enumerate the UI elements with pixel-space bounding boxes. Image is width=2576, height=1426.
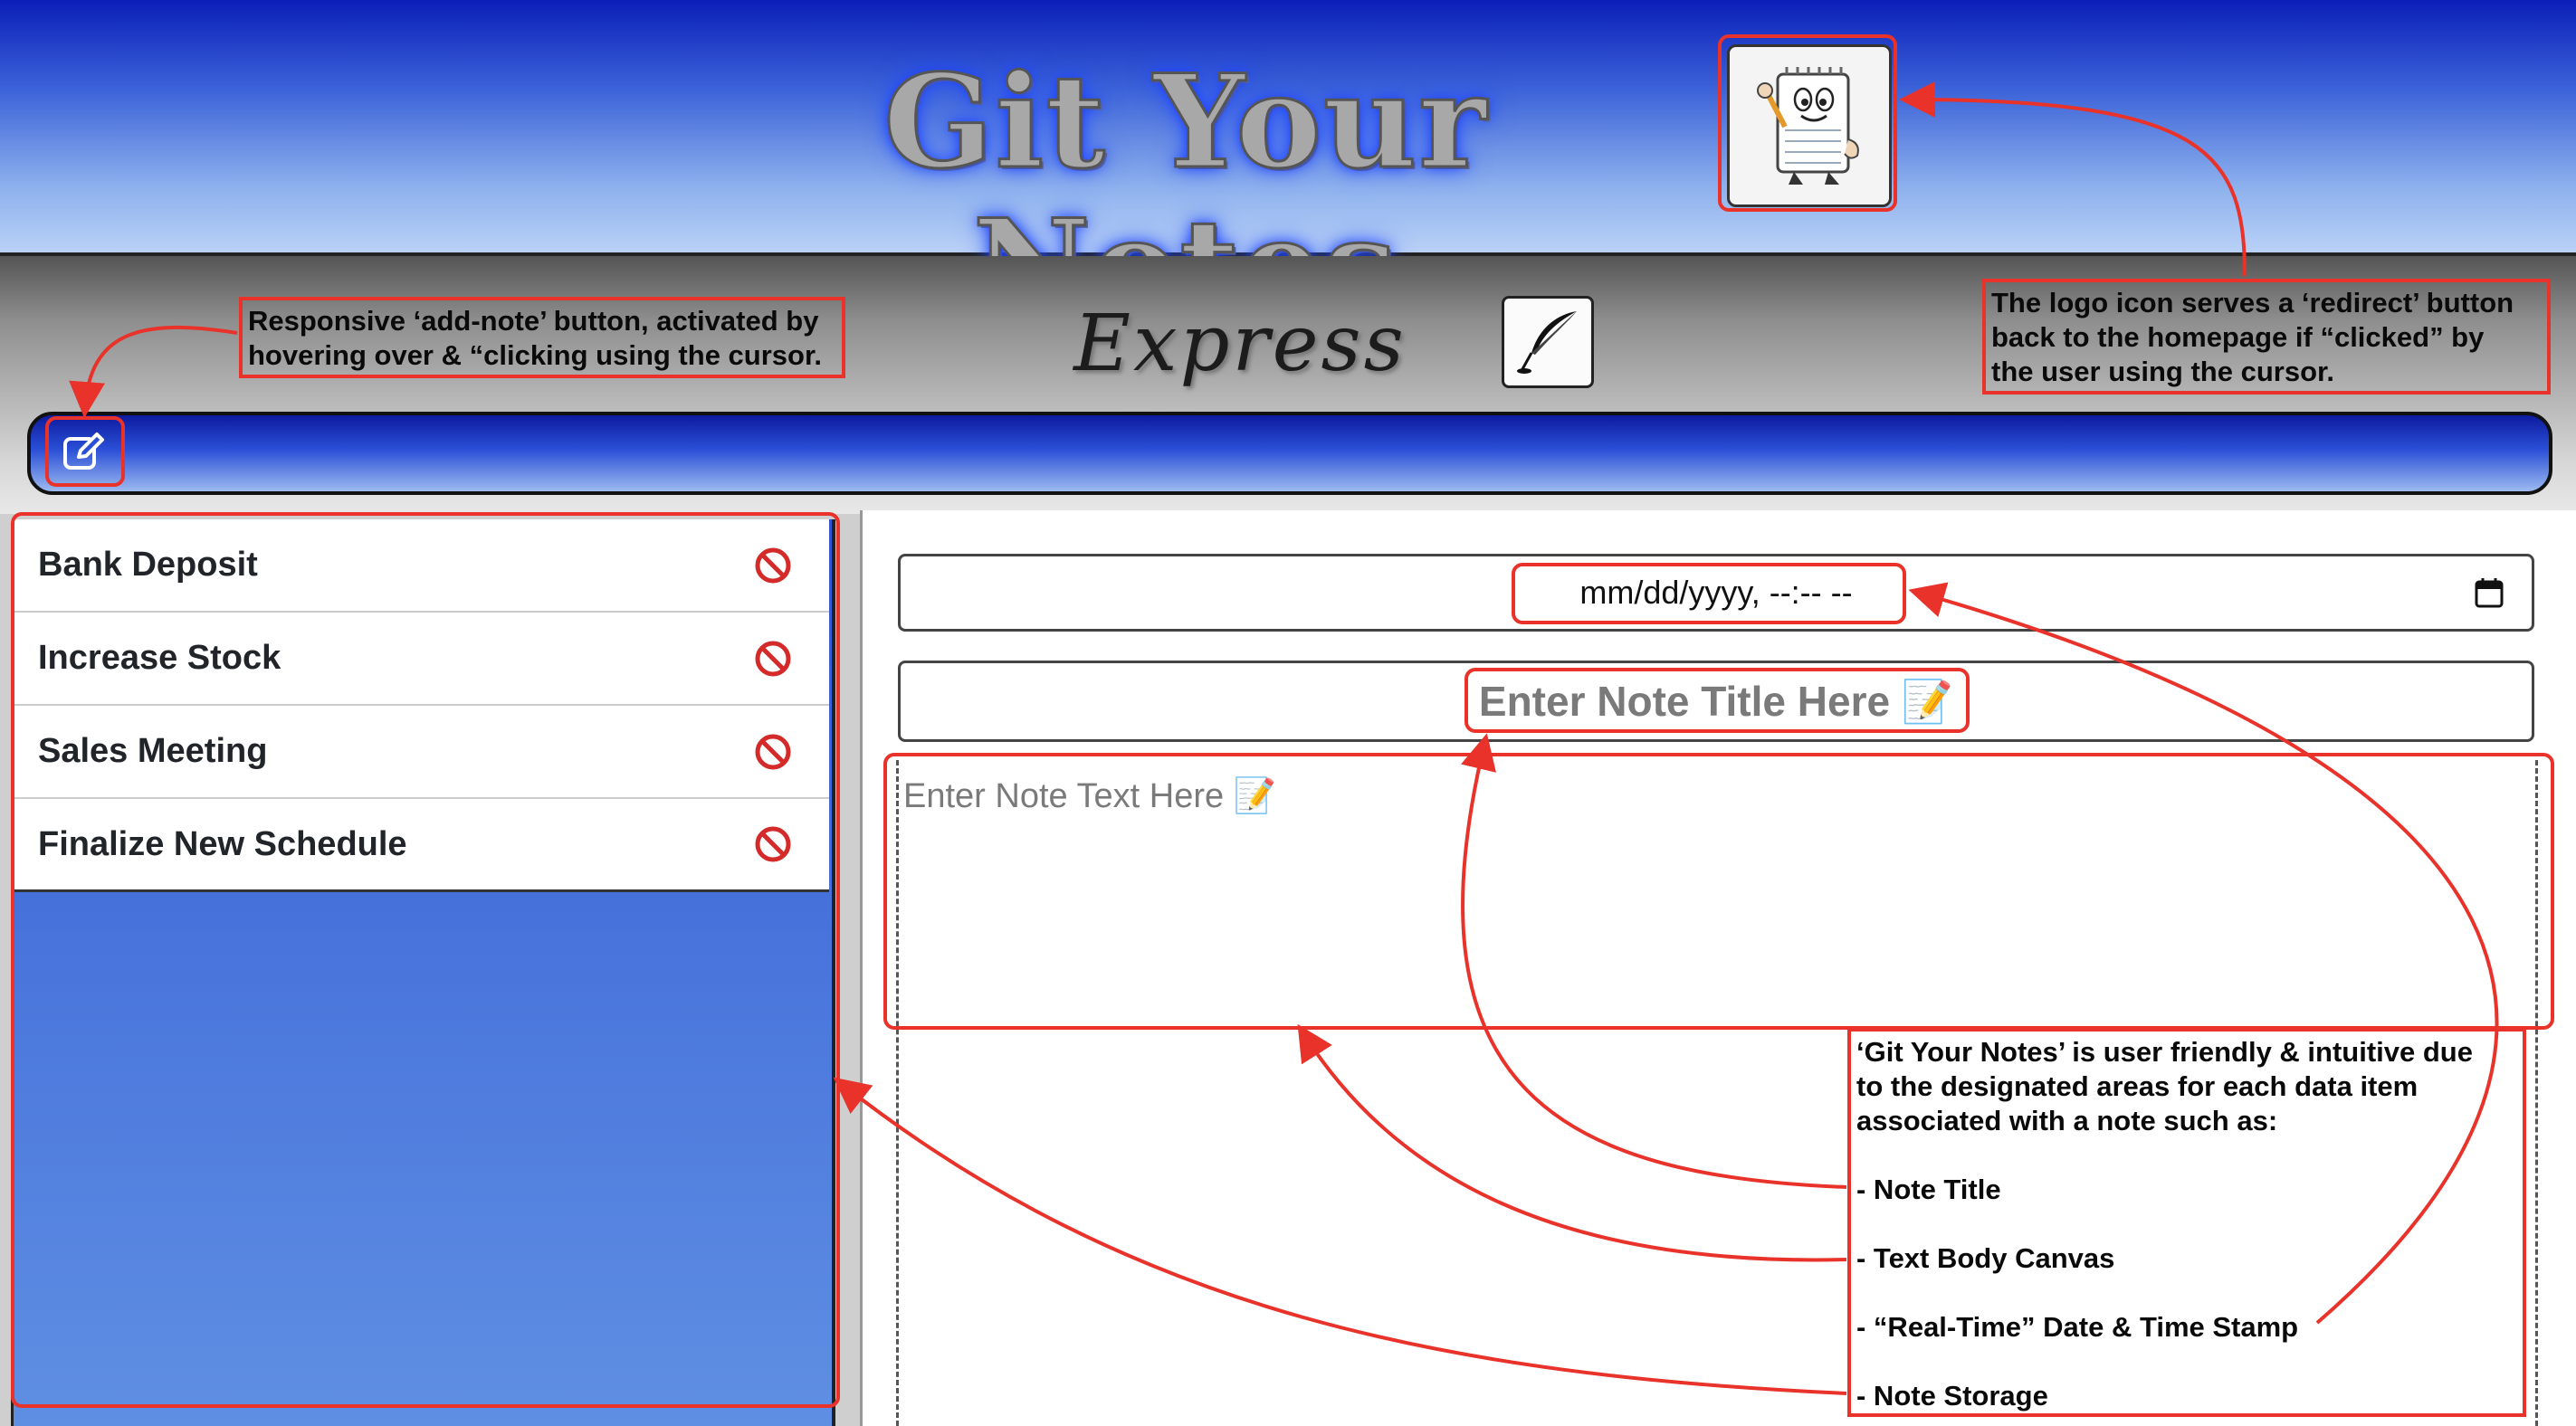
- features-line1: ‘Git Your Notes’ is user friendly & intu…: [1856, 1036, 2473, 1068]
- calendar-icon[interactable]: [2474, 576, 2504, 609]
- nav-bar: [27, 412, 2552, 495]
- logo-annotation-line3: the user using the cursor.: [1991, 356, 2334, 387]
- add-note-annotation-line2: hovering over & “clicking using the curs…: [248, 339, 822, 371]
- features-line2: to the designated areas for each data it…: [1856, 1070, 2419, 1102]
- section-title: Express Notes: [1073, 299, 1407, 489]
- add-note-annotation: Responsive ‘add-note’ button, activated …: [239, 297, 845, 378]
- quill-pen-icon: [1517, 311, 1577, 374]
- features-item-date: - “Real-Time” Date & Time Stamp: [1856, 1311, 2299, 1343]
- sidebar-highlight: [11, 512, 840, 1408]
- add-note-highlight: [45, 416, 125, 487]
- features-item-body: - Text Body Canvas: [1856, 1242, 2115, 1274]
- logo-annotation-line2: back to the homepage if “clicked” by: [1991, 321, 2485, 353]
- add-note-annotation-line1: Responsive ‘add-note’ button, activated …: [248, 305, 819, 337]
- date-highlight: [1512, 563, 1906, 624]
- features-annotation: ‘Git Your Notes’ is user friendly & intu…: [1847, 1028, 2526, 1417]
- quill-badge: [1502, 296, 1594, 388]
- logo-highlight: [1718, 34, 1897, 212]
- features-line3: associated with a note such as:: [1856, 1105, 2278, 1136]
- logo-annotation-line1: The logo icon serves a ‘redirect’ button: [1991, 287, 2514, 318]
- logo-annotation: The logo icon serves a ‘redirect’ button…: [1982, 279, 2551, 395]
- features-item-title: - Note Title: [1856, 1174, 2001, 1205]
- textarea-highlight: [883, 753, 2554, 1030]
- title-highlight: [1465, 668, 1970, 733]
- features-item-storage: - Note Storage: [1856, 1380, 2048, 1412]
- app-title: Git Your Notes: [882, 47, 1489, 341]
